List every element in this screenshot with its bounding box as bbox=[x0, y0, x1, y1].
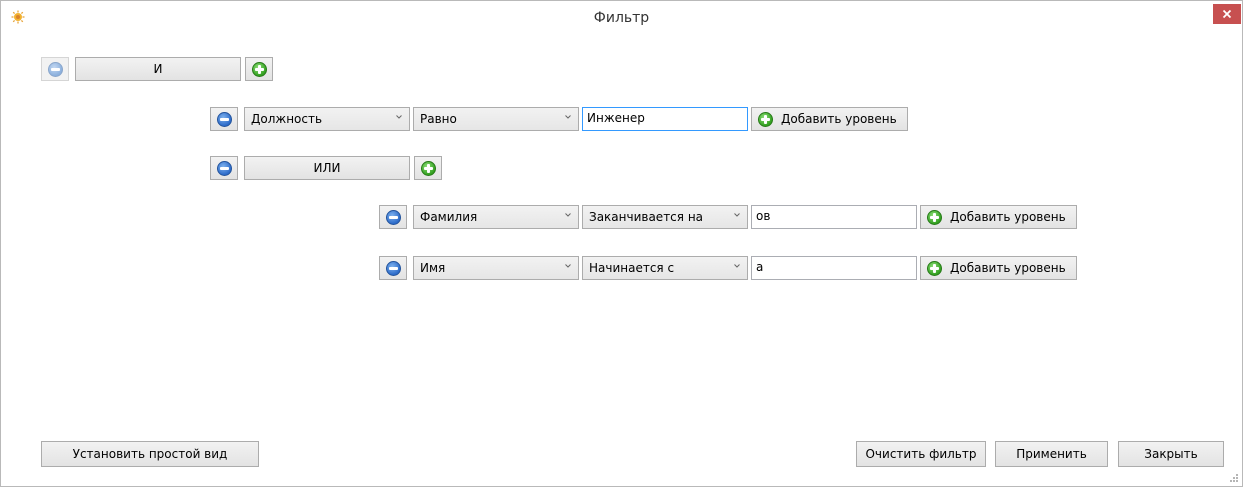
set-simple-view-button[interactable]: Установить простой вид bbox=[41, 441, 259, 467]
close-icon bbox=[1222, 9, 1232, 19]
chevron-down-icon bbox=[396, 115, 402, 119]
clear-filter-button[interactable]: Очистить фильтр bbox=[856, 441, 986, 467]
condition-value-text: а bbox=[756, 260, 764, 274]
add-level-button[interactable]: Добавить уровень bbox=[920, 256, 1077, 280]
apply-button[interactable]: Применить bbox=[995, 441, 1108, 467]
title-bar[interactable]: Фильтр bbox=[1, 1, 1242, 33]
chevron-down-icon bbox=[734, 213, 740, 217]
condition-operator-value: Равно bbox=[420, 112, 457, 126]
condition-operator-select[interactable]: Равно bbox=[413, 107, 579, 131]
resize-grip-icon[interactable] bbox=[1229, 473, 1239, 483]
remove-root-group-button[interactable] bbox=[41, 57, 69, 81]
root-group-operator-button[interactable]: И bbox=[75, 57, 241, 81]
condition-value-input[interactable]: ов bbox=[751, 205, 917, 229]
minus-icon bbox=[47, 61, 63, 77]
add-level-label: Добавить уровень bbox=[781, 112, 897, 126]
minus-icon bbox=[216, 160, 232, 176]
condition-field-select[interactable]: Фамилия bbox=[413, 205, 579, 229]
condition-operator-select[interactable]: Начинается с bbox=[582, 256, 748, 280]
filter-dialog: Фильтр И Должность Равно Инженер Добавит… bbox=[0, 0, 1243, 487]
chevron-down-icon bbox=[734, 264, 740, 268]
plus-icon bbox=[758, 111, 773, 127]
add-level-button[interactable]: Добавить уровень bbox=[920, 205, 1077, 229]
remove-nested-group-button[interactable] bbox=[210, 156, 238, 180]
minus-icon bbox=[216, 111, 232, 127]
condition-field-value: Фамилия bbox=[420, 210, 478, 224]
nested-group-operator-button[interactable]: ИЛИ bbox=[244, 156, 410, 180]
remove-condition-button[interactable] bbox=[379, 205, 407, 229]
chevron-down-icon bbox=[565, 213, 571, 217]
add-level-button[interactable]: Добавить уровень bbox=[751, 107, 908, 131]
minus-icon bbox=[385, 209, 401, 225]
condition-operator-value: Начинается с bbox=[589, 261, 675, 275]
add-to-root-group-button[interactable] bbox=[245, 57, 273, 81]
window-title: Фильтр bbox=[593, 10, 650, 26]
close-window-button[interactable] bbox=[1213, 4, 1241, 24]
condition-field-select[interactable]: Имя bbox=[413, 256, 579, 280]
close-button[interactable]: Закрыть bbox=[1118, 441, 1224, 467]
add-level-label: Добавить уровень bbox=[950, 261, 1066, 275]
condition-field-select[interactable]: Должность bbox=[244, 107, 410, 131]
condition-operator-select[interactable]: Заканчивается на bbox=[582, 205, 748, 229]
condition-value-input[interactable]: Инженер bbox=[582, 107, 748, 131]
remove-condition-button[interactable] bbox=[210, 107, 238, 131]
condition-field-value: Должность bbox=[251, 112, 323, 126]
chevron-down-icon bbox=[565, 264, 571, 268]
chevron-down-icon bbox=[565, 115, 571, 119]
minus-icon bbox=[385, 260, 401, 276]
remove-condition-button[interactable] bbox=[379, 256, 407, 280]
plus-icon bbox=[420, 160, 436, 176]
condition-value-input[interactable]: а bbox=[751, 256, 917, 280]
condition-value-text: ов bbox=[756, 209, 771, 223]
condition-operator-value: Заканчивается на bbox=[589, 210, 704, 224]
plus-icon bbox=[927, 209, 942, 225]
plus-icon bbox=[251, 61, 267, 77]
plus-icon bbox=[927, 260, 942, 276]
add-to-nested-group-button[interactable] bbox=[414, 156, 442, 180]
add-level-label: Добавить уровень bbox=[950, 210, 1066, 224]
condition-field-value: Имя bbox=[420, 261, 446, 275]
condition-value-text: Инженер bbox=[587, 111, 645, 125]
